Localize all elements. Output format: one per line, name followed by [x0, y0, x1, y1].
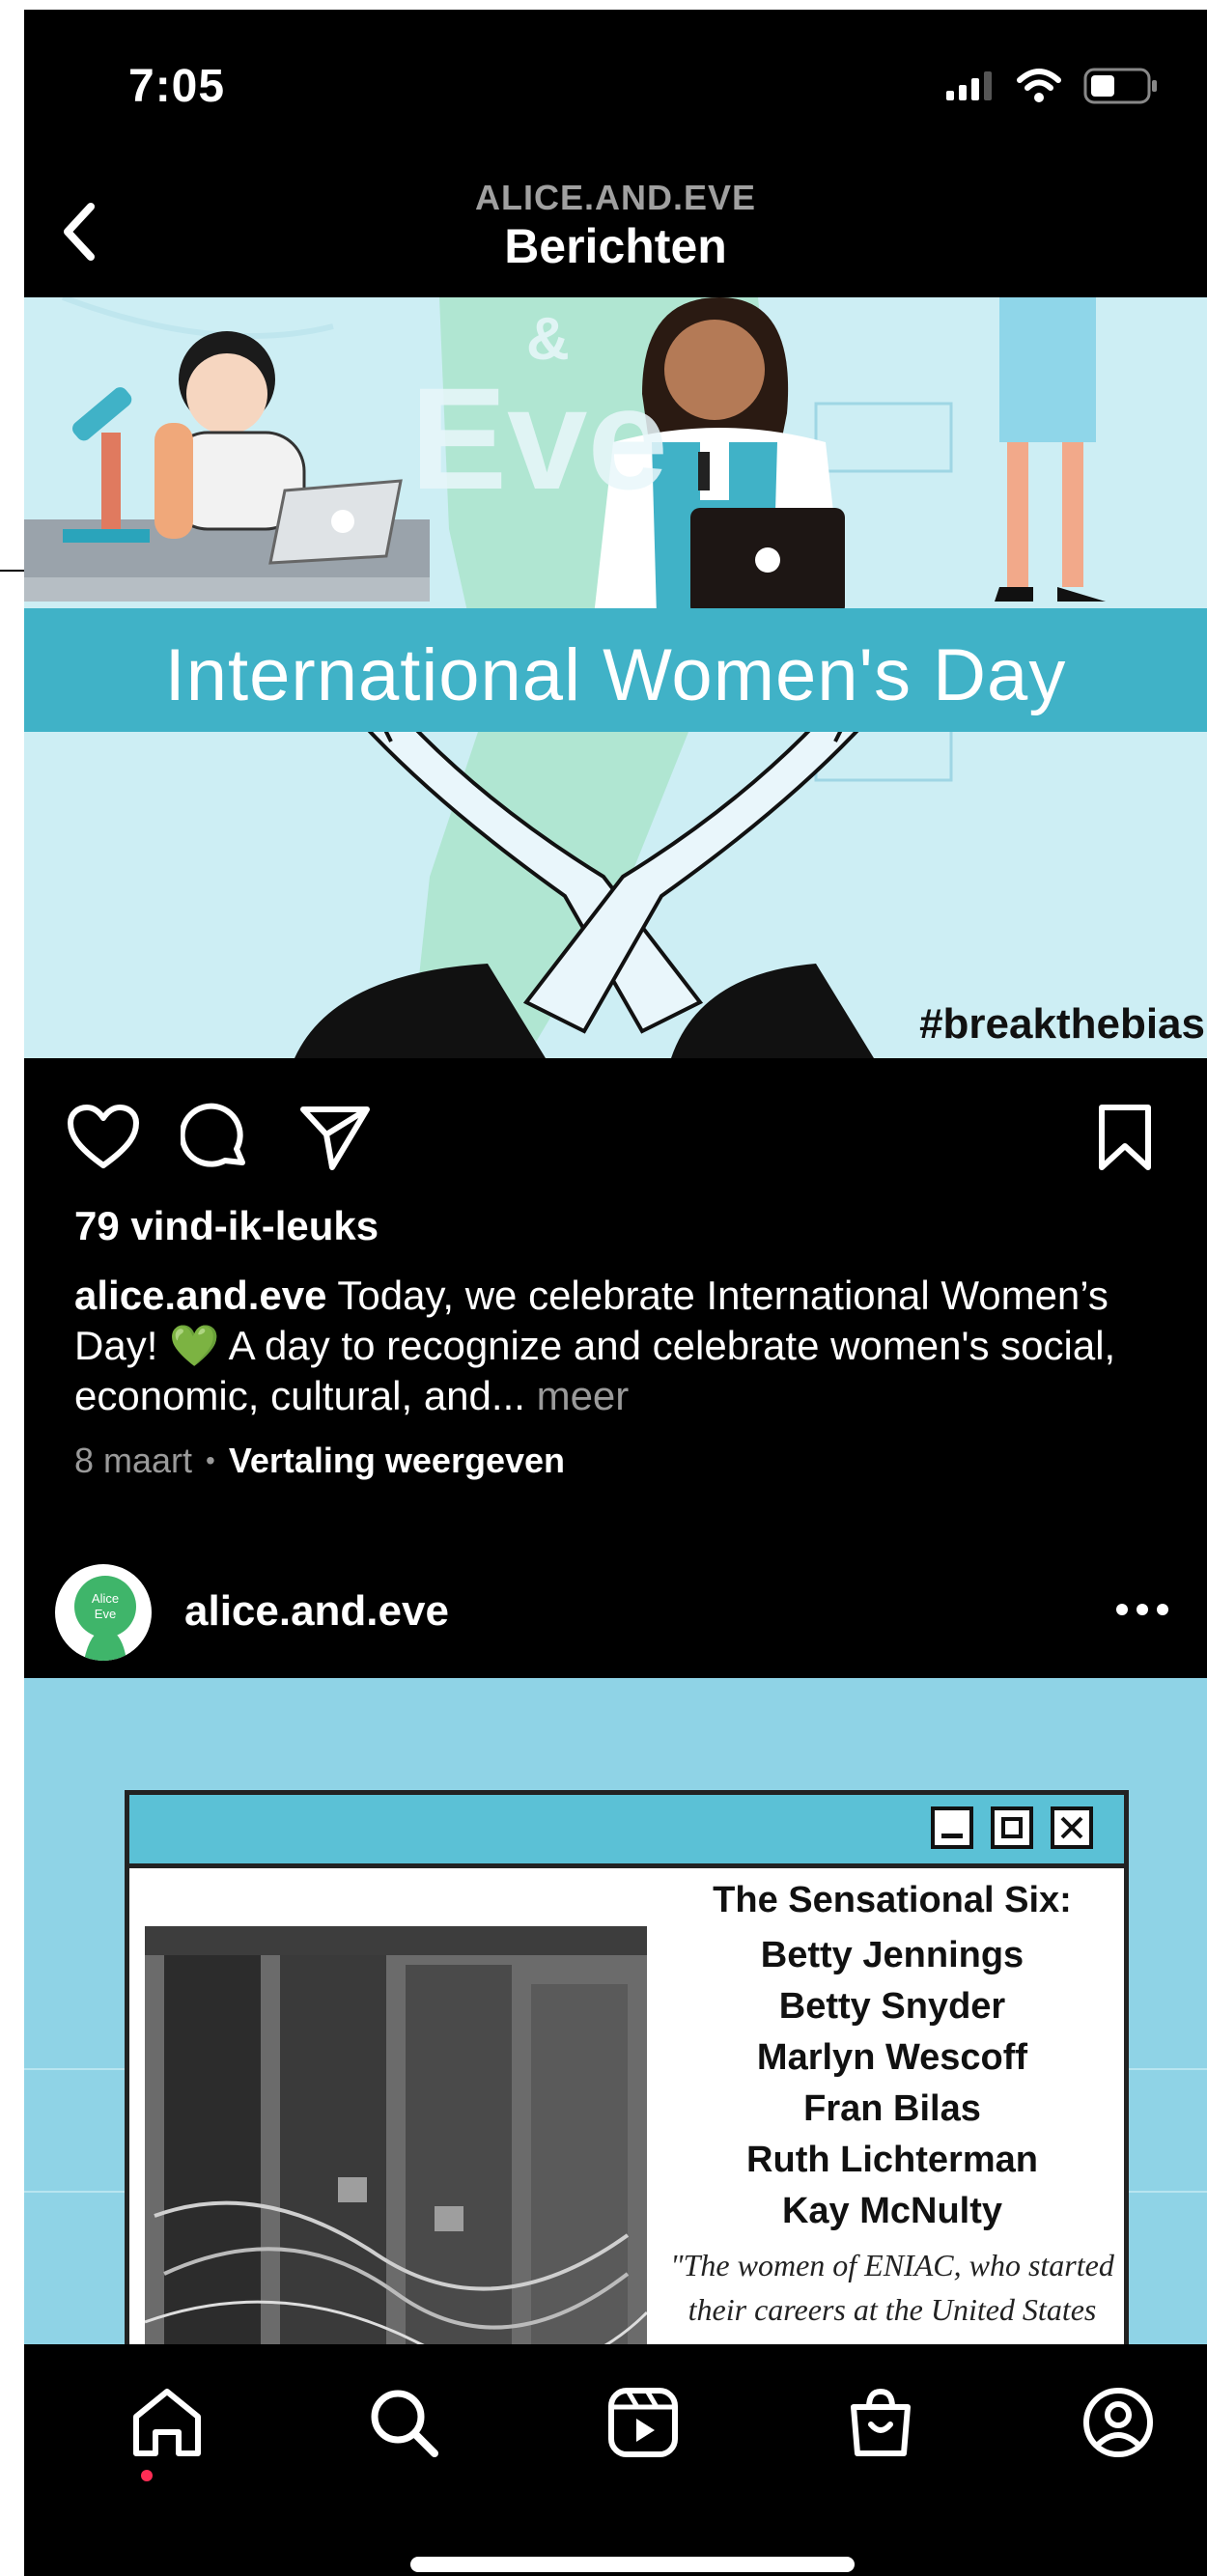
quote-line: "The women of ENIAC, who started [670, 2248, 1114, 2282]
meta-separator: • [206, 1445, 215, 1475]
window-titlebar [129, 1795, 1124, 1868]
translate-link[interactable]: Vertaling weergeven [229, 1441, 565, 1481]
post-options-button[interactable] [1109, 1585, 1176, 1634]
search-icon [371, 2390, 438, 2457]
post2-username[interactable]: alice.and.eve [184, 1587, 449, 1636]
likes-count[interactable]: 79 vind-ik-leuks [74, 1203, 379, 1249]
bookmark-icon [1099, 1105, 1151, 1170]
wifi-icon [1017, 69, 1061, 102]
send-icon [300, 1106, 370, 1170]
quote-line: their careers at the United States [688, 2292, 1097, 2327]
home-indicator[interactable] [410, 2557, 855, 2572]
close-icon [1051, 1806, 1093, 1849]
more-dots-icon [1116, 1604, 1168, 1615]
status-time: 7:05 [128, 61, 226, 112]
shop-icon [851, 2388, 911, 2456]
logo-eve-text: Eve [410, 357, 668, 519]
bottom-tab-bar [24, 2344, 1207, 2576]
name-item: Kay McNulty [781, 2191, 1003, 2231]
maximize-icon [991, 1806, 1033, 1849]
save-button[interactable] [1086, 1099, 1164, 1176]
battery-icon [1083, 68, 1157, 104]
caption-username[interactable]: alice.and.eve [74, 1273, 327, 1318]
share-button[interactable] [296, 1099, 374, 1176]
status-icons [946, 68, 1159, 104]
header-account: ALICE.AND.EVE [474, 178, 757, 217]
avatar-text: Alice Eve [91, 1591, 120, 1621]
phone-screen: 7:05 ALICE.AND.EVE Berichten & Eve Inter… [24, 10, 1207, 2576]
minimize-icon [931, 1806, 973, 1849]
page-title: Berichten [504, 219, 727, 273]
tab-reels[interactable] [600, 2379, 687, 2466]
post-caption: alice.and.eve Today, we celebrate Intern… [74, 1271, 1165, 1421]
name-item: Marlyn Wescoff [756, 2037, 1028, 2078]
post-date: 8 maart [74, 1441, 193, 1480]
comment-icon [181, 1103, 245, 1167]
hashtag-text: #breakthebias [919, 1000, 1205, 1048]
post-image-iwd[interactable]: & Eve International Women's Day #breakth… [24, 297, 1207, 1058]
tab-home[interactable] [124, 2379, 211, 2466]
status-bar: 7:05 [24, 10, 1207, 154]
eniac-quote: "The women of ENIAC, who started their c… [651, 2243, 1134, 2332]
caption-more-link[interactable]: meer [537, 1373, 630, 1418]
home-active-dot [141, 2470, 153, 2481]
eniac-photo [145, 1926, 647, 2344]
name-item: Betty Jennings [760, 1935, 1025, 1975]
retro-window: The Sensational Six: Betty Jennings Bett… [125, 1790, 1129, 2344]
header: ALICE.AND.EVE Berichten [24, 154, 1207, 297]
post-image-eniac[interactable]: The Sensational Six: Betty Jennings Bett… [24, 1678, 1207, 2344]
tab-search[interactable] [360, 2379, 447, 2466]
heart-icon [68, 1105, 139, 1168]
name-item: Betty Snyder [778, 1986, 1006, 2027]
reels-icon [608, 2388, 678, 2457]
avatar[interactable]: Alice Eve [55, 1564, 152, 1661]
comment-button[interactable] [177, 1099, 254, 1176]
home-icon [133, 2389, 201, 2456]
tab-shop[interactable] [837, 2379, 924, 2466]
tab-profile[interactable] [1075, 2379, 1162, 2466]
name-item: Fran Bilas [803, 2088, 981, 2129]
iwd-banner-text: International Women's Day [164, 634, 1067, 716]
post2-header: Alice Eve alice.and.eve [24, 1545, 1207, 1680]
sensational-six-title: The Sensational Six: [713, 1880, 1072, 1920]
profile-icon [1083, 2388, 1153, 2457]
names-list: Betty Jennings Betty Snyder Marlyn Wesco… [670, 1930, 1114, 2237]
post-actions [24, 1058, 1207, 1203]
page-edge-line [0, 570, 24, 572]
name-item: Ruth Lichterman [746, 2140, 1038, 2180]
post-meta: 8 maart • Vertaling weergeven [74, 1441, 565, 1481]
signal-icon [946, 71, 992, 100]
like-button[interactable] [65, 1099, 142, 1176]
